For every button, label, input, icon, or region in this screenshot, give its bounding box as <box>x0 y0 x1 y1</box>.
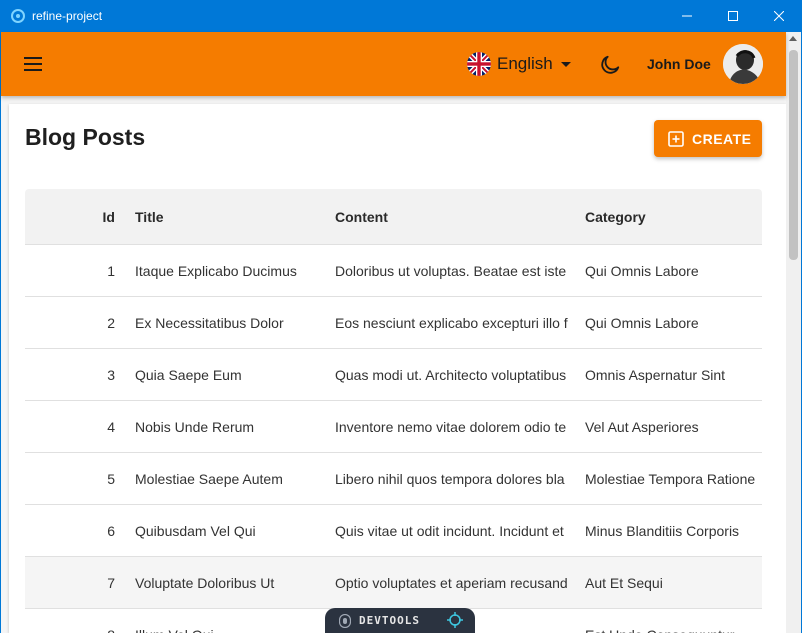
table-row[interactable]: 4 Nobis Unde Rerum Inventore nemo vitae … <box>25 401 762 453</box>
column-header-content[interactable]: Content <box>335 189 575 244</box>
cell-title: Ex Necessitatibus Dolor <box>135 314 284 331</box>
close-icon <box>774 11 784 21</box>
add-box-icon <box>668 130 684 147</box>
cell-content: Optio voluptates et aperiam recusand <box>335 574 568 591</box>
cell-id: 6 <box>107 522 115 539</box>
cell-id: 3 <box>107 366 115 383</box>
maximize-button[interactable] <box>710 0 756 32</box>
cell-title: Nobis Unde Rerum <box>135 418 255 435</box>
table-row[interactable]: 6 Quibusdam Vel Qui Quis vitae ut odit i… <box>25 505 762 557</box>
theme-toggle-button[interactable] <box>599 54 621 76</box>
table-row[interactable]: 5 Molestiae Saepe Autem Libero nihil quo… <box>25 453 762 505</box>
table-row[interactable]: 1 Itaque Explicabo Ducimus Doloribus ut … <box>25 245 762 297</box>
column-header-title[interactable]: Title <box>135 189 325 244</box>
list-card: Blog Posts CREATE Id Title Content Categ… <box>9 104 786 633</box>
column-header-category[interactable]: Category <box>585 189 762 244</box>
cell-category: Est Unde Consequuntur <box>585 609 762 633</box>
cell-category: Minus Blanditiis Corporis <box>585 522 740 539</box>
crosshair-icon[interactable] <box>447 612 463 628</box>
window-title: refine-project <box>32 9 103 23</box>
chevron-down-icon <box>560 61 571 67</box>
create-button[interactable]: CREATE <box>654 120 762 157</box>
cell-title: Molestiae Saepe Autem <box>135 470 283 487</box>
scroll-up-arrow-icon[interactable] <box>789 36 797 41</box>
posts-table: Id Title Content Category 1 Itaque Expli… <box>25 189 762 633</box>
refine-logo-icon <box>11 9 25 23</box>
cell-id: 8 <box>25 609 115 633</box>
devtools-label: DEVTOOLS <box>359 614 420 627</box>
cell-id: 4 <box>107 418 115 435</box>
cell-title: Itaque Explicabo Ducimus <box>135 262 297 279</box>
cell-id: 7 <box>107 574 115 591</box>
table-row-hovered[interactable]: 7 Voluptate Doloribus Ut Optio voluptate… <box>25 557 762 609</box>
window-titlebar: refine-project <box>0 0 802 32</box>
column-header-id[interactable]: Id <box>25 189 115 244</box>
app-header: English John Doe <box>1 32 786 96</box>
cell-content: Eos nesciunt explicabo excepturi illo f <box>335 314 568 331</box>
cell-category: Omnis Aspernatur Sint <box>585 366 726 383</box>
scrollbar-thumb[interactable] <box>789 50 798 260</box>
avatar-image <box>723 44 763 84</box>
menu-toggle-button[interactable] <box>23 54 43 74</box>
cell-content: Quas modi ut. Architecto voluptatibus <box>335 366 567 383</box>
table-row[interactable]: 2 Ex Necessitatibus Dolor Eos nesciunt e… <box>25 297 762 349</box>
devtools-panel-toggle[interactable]: DEVTOOLS <box>325 608 475 633</box>
minimize-button[interactable] <box>664 0 710 32</box>
cell-title: Quibusdam Vel Qui <box>135 522 256 539</box>
user-name: John Doe <box>647 56 711 72</box>
cell-title: Quia Saepe Eum <box>135 366 242 383</box>
cell-content: Quis vitae ut odit incidunt. Incidunt et <box>335 522 564 539</box>
close-window-button[interactable] <box>756 0 802 32</box>
cell-category: Vel Aut Asperiores <box>585 418 699 435</box>
cell-title: Voluptate Doloribus Ut <box>135 574 275 591</box>
moon-icon <box>601 55 620 74</box>
cell-id: 1 <box>107 262 115 279</box>
cell-content: Libero nihil quos tempora dolores bla <box>335 470 565 487</box>
cell-content: Inventore nemo vitae dolorem odio te <box>335 418 567 435</box>
refine-devtools-logo-icon <box>339 613 351 628</box>
cell-category: Aut Et Sequi <box>585 574 663 591</box>
uk-flag-icon <box>467 52 491 76</box>
cell-category: Qui Omnis Labore <box>585 314 699 331</box>
vertical-scrollbar[interactable] <box>786 32 801 633</box>
cell-id: 2 <box>107 314 115 331</box>
language-label: English <box>497 54 553 73</box>
create-button-label: CREATE <box>692 130 752 147</box>
cell-id: 5 <box>107 470 115 487</box>
cell-title: Illum Vel Qui <box>135 609 325 633</box>
table-row[interactable]: 3 Quia Saepe Eum Quas modi ut. Architect… <box>25 349 762 401</box>
language-selector[interactable]: English <box>467 51 571 77</box>
page-title: Blog Posts <box>25 124 146 150</box>
hamburger-menu-icon <box>24 57 42 71</box>
cell-content: Doloribus ut voluptas. Beatae est iste <box>335 262 567 279</box>
maximize-icon <box>728 11 738 21</box>
user-avatar[interactable] <box>723 44 763 84</box>
table-header: Id Title Content Category <box>25 189 762 245</box>
minimize-icon <box>682 15 692 17</box>
cell-category: Qui Omnis Labore <box>585 262 699 279</box>
cell-category: Molestiae Tempora Ratione <box>585 470 756 487</box>
window-controls <box>664 0 802 32</box>
